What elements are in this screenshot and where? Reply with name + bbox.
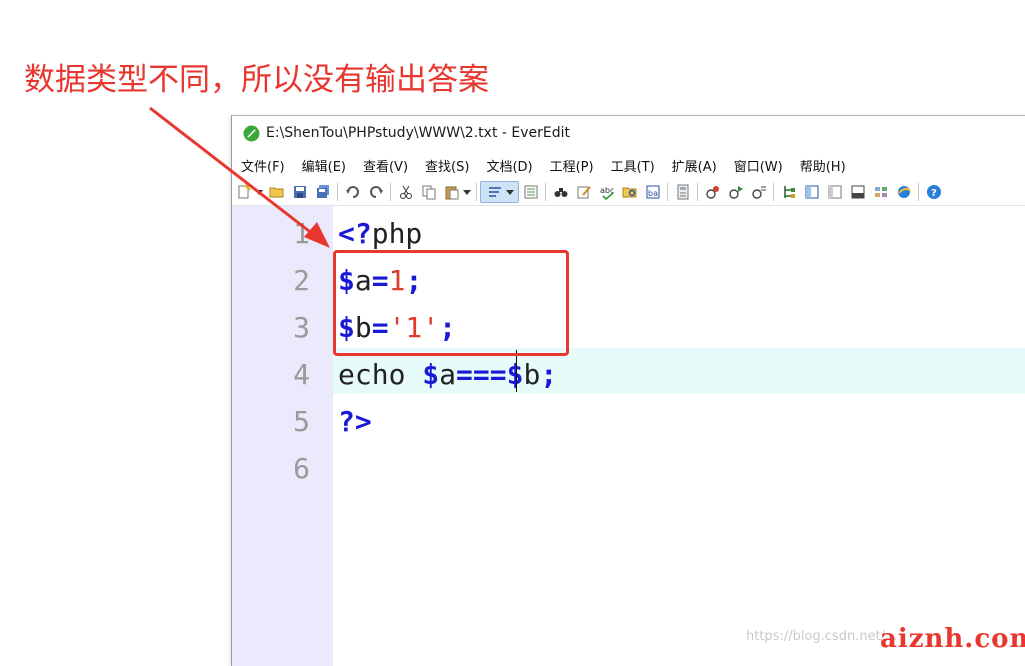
new-file-dropdown-icon[interactable] xyxy=(255,183,263,201)
code-line: 5 ?> xyxy=(232,398,1025,445)
calculator-icon[interactable] xyxy=(674,183,692,201)
menu-extensions[interactable]: 扩展(A) xyxy=(663,156,725,175)
paste-dropdown-icon[interactable] xyxy=(463,183,471,201)
help-icon[interactable]: ? xyxy=(925,183,943,201)
menu-search[interactable]: 查找(S) xyxy=(416,156,477,175)
line-number: 1 xyxy=(293,217,310,250)
menu-file[interactable]: 文件(F) xyxy=(232,156,293,175)
line-number: 3 xyxy=(293,311,310,344)
line-number: 4 xyxy=(293,358,310,391)
save-all-icon[interactable] xyxy=(314,183,332,201)
record-macro-icon[interactable] xyxy=(704,183,722,201)
spell-check-icon[interactable]: abc xyxy=(598,183,616,201)
output-icon[interactable] xyxy=(849,183,867,201)
php-keyword: php xyxy=(371,217,423,250)
code-line: 6 xyxy=(232,445,1025,492)
annotation-text: 数据类型不同，所以没有输出答案 xyxy=(24,62,489,98)
variable-name: a xyxy=(439,358,457,391)
toolbar-separator xyxy=(697,183,698,201)
toolbar: abc ba ? xyxy=(232,179,1025,206)
tree-icon[interactable] xyxy=(780,183,798,201)
play-macro-icon[interactable] xyxy=(727,183,745,201)
menu-view[interactable]: 查看(V) xyxy=(354,156,416,175)
code-text: ?> xyxy=(338,398,372,445)
line-number: 6 xyxy=(293,452,310,485)
column-mode-icon[interactable] xyxy=(522,183,540,201)
new-file-icon[interactable] xyxy=(235,183,253,201)
echo-keyword: echo xyxy=(338,358,423,391)
semicolon: ; xyxy=(540,358,558,391)
php-close-tag: ?> xyxy=(338,405,372,438)
browser-icon[interactable] xyxy=(895,183,913,201)
replace-icon[interactable]: ba xyxy=(644,183,662,201)
code-text: echo $a===$b; xyxy=(338,351,557,398)
plugin-icon[interactable] xyxy=(872,183,890,201)
everedit-logo-icon xyxy=(243,125,260,141)
annotation-highlight-box xyxy=(333,250,569,356)
svg-text:?: ? xyxy=(931,188,937,199)
php-open-tag: <? xyxy=(338,217,372,250)
menu-edit[interactable]: 编辑(E) xyxy=(293,156,354,175)
toolbar-separator xyxy=(918,183,919,201)
find-in-files-icon[interactable] xyxy=(621,183,639,201)
editor-window: E:\ShenTou\PHPstudy\WWW\2.txt - EverEdit… xyxy=(231,115,1025,666)
run-macro-icon[interactable] xyxy=(750,183,768,201)
menu-window[interactable]: 窗口(W) xyxy=(725,156,791,175)
cut-icon[interactable] xyxy=(397,183,415,201)
paste-icon[interactable] xyxy=(443,183,461,201)
variable-name: b xyxy=(523,358,541,391)
code-line: 4 echo $a===$b; xyxy=(232,351,1025,398)
toolbar-separator xyxy=(390,183,391,201)
undo-icon[interactable] xyxy=(344,183,362,201)
word-wrap-dropdown-icon xyxy=(506,183,514,201)
toolbar-separator xyxy=(773,183,774,201)
dollar-sign: $ xyxy=(422,358,440,391)
svg-text:ba: ba xyxy=(648,189,658,198)
word-wrap-icon xyxy=(486,183,504,201)
word-wrap-button[interactable] xyxy=(480,181,519,203)
split-view-icon[interactable] xyxy=(803,183,821,201)
toolbar-separator xyxy=(667,183,668,201)
identity-operator: === xyxy=(456,358,507,391)
panel-icon[interactable] xyxy=(826,183,844,201)
menu-project[interactable]: 工程(P) xyxy=(541,156,602,175)
line-number: 5 xyxy=(293,405,310,438)
find-icon[interactable] xyxy=(552,183,570,201)
redo-icon[interactable] xyxy=(367,183,385,201)
window-title: E:\ShenTou\PHPstudy\WWW\2.txt - EverEdit xyxy=(266,125,570,141)
toolbar-separator xyxy=(476,183,477,201)
copy-icon[interactable] xyxy=(420,183,438,201)
menu-bar: 文件(F) 编辑(E) 查看(V) 查找(S) 文档(D) 工程(P) 工具(T… xyxy=(232,152,1025,178)
title-bar[interactable]: E:\ShenTou\PHPstudy\WWW\2.txt - EverEdit xyxy=(232,116,1025,150)
text-caret xyxy=(516,350,517,392)
open-folder-icon[interactable] xyxy=(268,183,286,201)
menu-help[interactable]: 帮助(H) xyxy=(791,156,854,175)
menu-document[interactable]: 文档(D) xyxy=(477,156,540,175)
edit-icon[interactable] xyxy=(575,183,593,201)
toolbar-separator xyxy=(337,183,338,201)
menu-tools[interactable]: 工具(T) xyxy=(602,156,663,175)
save-icon[interactable] xyxy=(291,183,309,201)
toolbar-separator xyxy=(545,183,546,201)
line-number: 2 xyxy=(293,264,310,297)
watermark-url: https://blog.csdn.net/... xyxy=(746,629,898,644)
watermark-logo: aiznh.com xyxy=(880,624,1025,654)
